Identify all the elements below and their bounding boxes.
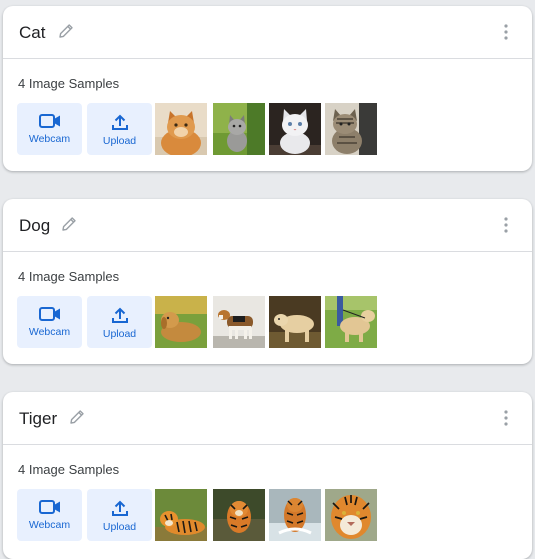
sample-thumbnail[interactable] [269, 103, 321, 155]
sample-thumbnail[interactable] [325, 103, 377, 155]
sample-thumbnail[interactable] [213, 103, 265, 155]
pencil-icon[interactable] [67, 407, 87, 427]
upload-label: Upload [102, 521, 137, 533]
videocam-icon [38, 307, 60, 321]
class-card-dog: Dog 4 Image Samples Webcam Upload [3, 199, 532, 364]
more-vert-icon[interactable] [496, 408, 516, 428]
upload-button[interactable]: Upload [87, 296, 152, 348]
sample-thumbnail[interactable] [155, 296, 207, 348]
class-name[interactable]: Tiger [19, 409, 57, 429]
sample-thumbnail[interactable] [325, 296, 377, 348]
videocam-icon [38, 500, 60, 514]
pencil-icon[interactable] [59, 214, 79, 234]
sample-thumbnail[interactable] [155, 489, 207, 541]
sample-thumbnail[interactable] [213, 489, 265, 541]
upload-button[interactable]: Upload [87, 489, 152, 541]
sample-thumbnail[interactable] [269, 296, 321, 348]
class-name[interactable]: Dog [19, 216, 50, 236]
sample-thumbnail[interactable] [213, 296, 265, 348]
webcam-button[interactable]: Webcam [17, 489, 82, 541]
class-card-header: Tiger [3, 392, 532, 445]
webcam-label: Webcam [28, 133, 71, 145]
upload-label: Upload [102, 328, 137, 340]
sample-thumbnail[interactable] [325, 489, 377, 541]
class-card-body: 4 Image Samples Webcam Upload [3, 252, 532, 364]
webcam-button[interactable]: Webcam [17, 103, 82, 155]
more-vert-icon[interactable] [496, 22, 516, 42]
samples-count-label: 4 Image Samples [18, 462, 120, 477]
class-card-header: Cat [3, 6, 532, 59]
class-name[interactable]: Cat [19, 23, 45, 43]
upload-icon [111, 307, 128, 323]
samples-count-label: 4 Image Samples [18, 269, 120, 284]
upload-button[interactable]: Upload [87, 103, 152, 155]
class-card-body: 4 Image Samples Webcam Upload [3, 445, 532, 557]
upload-icon [111, 114, 128, 130]
pencil-icon[interactable] [56, 21, 76, 41]
webcam-label: Webcam [28, 326, 71, 338]
webcam-button[interactable]: Webcam [17, 296, 82, 348]
class-card-tiger: Tiger 4 Image Samples Webcam Upload [3, 392, 532, 559]
more-vert-icon[interactable] [496, 215, 516, 235]
class-card-header: Dog [3, 199, 532, 252]
upload-icon [111, 500, 128, 516]
videocam-icon [38, 114, 60, 128]
webcam-label: Webcam [28, 519, 71, 531]
sample-thumbnail[interactable] [269, 489, 321, 541]
class-card-cat: Cat 4 Image Samples Webcam Upload [3, 6, 532, 171]
upload-label: Upload [102, 135, 137, 147]
class-card-body: 4 Image Samples Webcam Upload [3, 59, 532, 171]
samples-count-label: 4 Image Samples [18, 76, 120, 91]
sample-thumbnail[interactable] [155, 103, 207, 155]
